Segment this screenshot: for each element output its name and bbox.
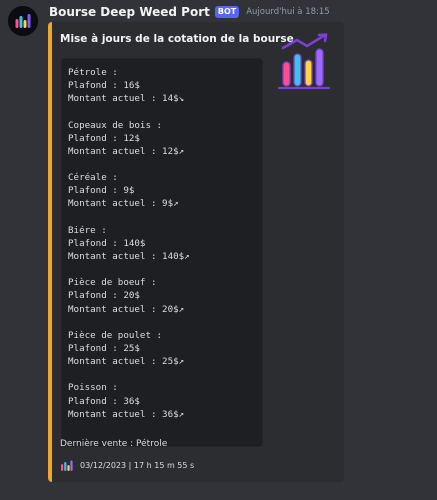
code-line: Poisson : [68, 382, 118, 394]
rising-bar-chart-icon[interactable] [277, 32, 335, 92]
bar-chart-icon [8, 6, 38, 36]
message-header: Bourse Deep Weed Port BOT Aujourd'hui à … [49, 4, 330, 20]
code-line: Montant actuel : 36$↗ [68, 408, 185, 420]
message-timestamp[interactable]: Aujourd'hui à 18:15 [246, 7, 329, 17]
discord-message: Bourse Deep Weed Port BOT Aujourd'hui à … [0, 0, 437, 500]
bot-badge: BOT [214, 6, 240, 18]
embed-title: Mise à jours de la cotation de la bourse [60, 33, 294, 45]
code-line: Montant actuel : 140$↗ [68, 250, 190, 262]
code-line: Pièce de poulet : [68, 329, 163, 341]
code-line: Plafond : 12$ [68, 132, 140, 144]
code-line: Montant actuel : 20$↗ [68, 303, 185, 315]
code-line: Plafond : 20$ [68, 290, 140, 302]
embed-footer: 03/12/2023 | 17 h 15 m 55 s [60, 458, 194, 472]
code-line: Montant actuel : 25$↗ [68, 356, 185, 368]
code-line: Copeaux de bois : [68, 119, 163, 131]
code-line: Pétrole : [68, 67, 118, 78]
code-line: Montant actuel : 9$↗ [68, 198, 179, 210]
bar-chart-icon [61, 460, 73, 471]
author-name[interactable]: Bourse Deep Weed Port [49, 5, 210, 19]
code-line: Pièce de boeuf : [68, 277, 157, 289]
last-sale-text: Dernière vente : Pétrole [60, 439, 168, 449]
bot-avatar[interactable] [8, 6, 38, 36]
code-line: Biére : [68, 224, 107, 236]
code-line: Plafond : 36$ [68, 395, 140, 407]
code-block: Pétrole : Plafond : 16$ Montant actuel : 1… [61, 58, 263, 447]
footer-timestamp: 03/12/2023 | 17 h 15 m 55 s [80, 460, 195, 470]
embed-card: Mise à jours de la cotation de la bourse… [48, 22, 344, 482]
code-line: Plafond : 16$ [68, 80, 140, 92]
code-line: Plafond : 25$ [68, 342, 140, 354]
code-line: Céréale : [68, 172, 118, 184]
code-line: Plafond : 9$ [68, 185, 135, 197]
code-line: Plafond : 140$ [68, 237, 146, 249]
code-line: Montant actuel : 12$↗ [68, 145, 185, 157]
code-line: Montant actuel : 14$↘ [68, 93, 185, 105]
